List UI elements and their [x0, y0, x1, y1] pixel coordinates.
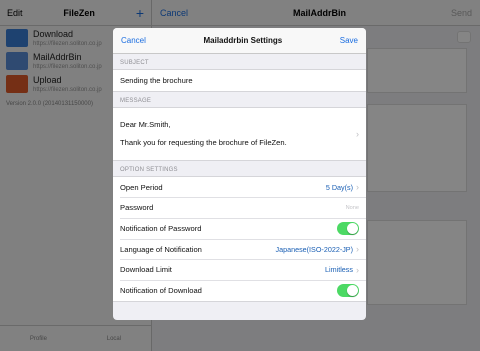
download-limit-label: Download Limit — [120, 265, 172, 275]
password-field[interactable]: None — [346, 205, 359, 211]
chevron-right-icon: › — [356, 244, 359, 255]
download-limit-row[interactable]: Download Limit Limitless › — [113, 259, 366, 280]
password-label: Password — [120, 203, 154, 213]
download-limit-value: Limitless — [325, 265, 353, 275]
password-row[interactable]: Password None — [113, 197, 366, 218]
subject-field[interactable]: Sending the brochure — [113, 70, 366, 91]
subject-section-header: SUBJECT — [120, 60, 149, 66]
modal-nav-bar: Cancel Mailaddrbin Settings Save — [113, 28, 366, 54]
open-period-row[interactable]: Open Period 5 Day(s) › — [113, 177, 366, 198]
language-value: Japanese(ISO-2022-JP) — [275, 244, 353, 254]
notification-of-download-label: Notification of Download — [120, 285, 202, 295]
settings-modal: Cancel Mailaddrbin Settings Save SUBJECT… — [113, 28, 366, 320]
message-line: Thank you for requesting the brochure of… — [120, 137, 287, 147]
cancel-button[interactable]: Cancel — [121, 36, 146, 45]
options-section-header: OPTION SETTINGS — [120, 166, 178, 173]
language-row[interactable]: Language of Notification Japanese(ISO-20… — [113, 238, 366, 260]
chevron-right-icon: › — [356, 264, 359, 275]
toggle-knob — [347, 222, 358, 234]
language-label: Language of Notification — [120, 244, 202, 254]
notification-of-password-row: Notification of Password — [113, 218, 366, 239]
notification-of-password-toggle[interactable] — [337, 221, 359, 235]
save-button[interactable]: Save — [340, 36, 358, 45]
notification-of-download-toggle[interactable] — [337, 283, 359, 297]
message-row[interactable]: Dear Mr.Smith, Thank you for requesting … — [113, 108, 366, 160]
modal-title: Mailaddrbin Settings — [203, 36, 283, 45]
notification-of-password-label: Notification of Password — [120, 223, 202, 233]
message-text: Dear Mr.Smith, Thank you for requesting … — [120, 120, 287, 148]
message-line: Dear Mr.Smith, — [120, 119, 171, 129]
chevron-right-icon: › — [356, 182, 359, 193]
subject-value: Sending the brochure — [120, 75, 193, 85]
message-section-header: MESSAGE — [120, 97, 152, 104]
chevron-right-icon: › — [356, 128, 359, 139]
toggle-knob — [347, 284, 358, 296]
message-group: Dear Mr.Smith, Thank you for requesting … — [113, 106, 366, 161]
open-period-value: 5 Day(s) — [325, 182, 353, 192]
subject-group: Sending the brochure — [113, 69, 366, 92]
options-group: Open Period 5 Day(s) › Password None Noti… — [113, 175, 366, 302]
open-period-label: Open Period — [120, 182, 163, 192]
notification-of-download-row: Notification of Download — [113, 280, 366, 301]
